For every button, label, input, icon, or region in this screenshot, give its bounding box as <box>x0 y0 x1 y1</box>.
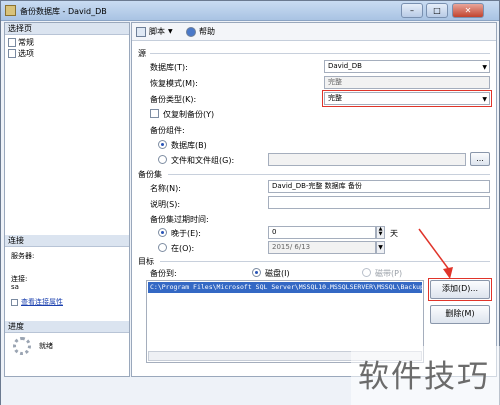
copy-only-checkbox[interactable] <box>150 109 159 118</box>
backup-type-label: 备份类型(K): <box>150 95 197 104</box>
progress-spinner-icon <box>13 337 31 355</box>
right-pane: 脚本 ▼ 帮助 源 数据库(T): David_DB ▼ 恢复模式(M): 完整… <box>131 22 497 377</box>
expire-label: 备份集过期时间: <box>150 215 209 224</box>
copy-only-label: 仅复制备份(Y) <box>163 110 215 119</box>
description-input[interactable] <box>268 196 490 209</box>
help-label: 帮助 <box>199 27 215 36</box>
database-select[interactable]: David_DB ▼ <box>324 60 490 73</box>
component-files-radio[interactable] <box>158 155 167 164</box>
backup-database-window: 备份数据库 - David_DB – □ ✕ 选择页 常规 选项 连接 服务器:… <box>0 0 500 405</box>
tape-radio[interactable] <box>362 268 371 277</box>
recovery-label: 恢复模式(M): <box>150 79 198 88</box>
disk-radio[interactable] <box>252 268 261 277</box>
maximize-button[interactable]: □ <box>426 3 448 18</box>
view-connection-properties[interactable]: 查看连接属性 <box>11 297 63 307</box>
tape-label: 磁带(P) <box>375 269 403 278</box>
divider <box>150 53 490 54</box>
backup-set-header: 备份集 <box>138 170 162 179</box>
days-stepper[interactable]: ▲ ▼ <box>376 226 385 239</box>
source-header: 源 <box>138 49 146 58</box>
expire-on-radio[interactable] <box>158 243 167 252</box>
description-label: 说明(S): <box>150 200 181 209</box>
script-button[interactable]: 脚本 ▼ <box>136 26 173 37</box>
progress-status: 就绪 <box>39 342 53 350</box>
page-options-label: 选项 <box>18 49 34 58</box>
connection-header: 连接 <box>5 235 129 247</box>
divider <box>168 174 490 175</box>
browse-button[interactable]: ... <box>470 152 490 166</box>
database-icon <box>5 5 16 16</box>
database-label: 数据库(T): <box>150 63 188 72</box>
expire-after-radio[interactable] <box>158 228 167 237</box>
destination-header: 目标 <box>138 257 154 266</box>
script-label: 脚本 <box>149 27 165 36</box>
highlight-box <box>428 278 492 301</box>
title-bar[interactable]: 备份数据库 - David_DB – □ ✕ <box>1 1 499 21</box>
days-unit: 天 <box>390 229 398 238</box>
page-icon <box>8 49 16 58</box>
watermark: 软件技巧 <box>358 359 490 395</box>
component-database-radio[interactable] <box>158 140 167 149</box>
disk-label: 磁盘(I) <box>265 269 290 278</box>
list-item[interactable]: C:\Program Files\Microsoft SQL Server\MS… <box>148 282 422 293</box>
help-icon <box>186 26 196 37</box>
calendar-dropdown[interactable]: ▼ <box>376 241 385 254</box>
component-label: 备份组件: <box>150 126 185 135</box>
recovery-mode-field: 完整 <box>324 76 490 89</box>
left-pane: 选择页 常规 选项 连接 服务器: 连接: sa 查看连接属性 进度 就绪 <box>4 22 130 377</box>
divider <box>160 261 490 262</box>
component-database-label: 数据库(B) <box>171 141 207 150</box>
expire-date-field: 2015/ 6/13 <box>268 241 376 254</box>
minimize-button[interactable]: – <box>401 3 423 18</box>
connection-value: sa <box>11 283 19 291</box>
database-value: David_DB <box>328 62 362 70</box>
close-button[interactable]: ✕ <box>452 3 484 18</box>
select-page-header: 选择页 <box>5 23 129 35</box>
highlight-box <box>322 90 492 107</box>
page-general[interactable]: 常规 <box>8 37 34 48</box>
component-files-label: 文件和文件组(G): <box>171 156 235 165</box>
progress-header: 进度 <box>5 321 129 333</box>
toolbar: 脚本 ▼ 帮助 <box>132 23 496 41</box>
properties-icon <box>11 298 18 306</box>
chevron-down-icon[interactable]: ▼ <box>168 28 173 35</box>
page-icon <box>8 38 16 47</box>
help-button[interactable]: 帮助 <box>186 26 215 37</box>
expire-on-label: 在(O): <box>171 244 195 253</box>
remove-destination-button[interactable]: 删除(M) <box>430 305 490 324</box>
expire-days-input[interactable]: 0 <box>268 226 376 239</box>
page-options[interactable]: 选项 <box>8 48 34 59</box>
view-connection-link[interactable]: 查看连接属性 <box>21 297 63 307</box>
backup-name-input[interactable]: David_DB-完整 数据库 备份 <box>268 180 490 193</box>
name-label: 名称(N): <box>150 184 181 193</box>
window-title: 备份数据库 - David_DB <box>20 7 107 16</box>
server-label: 服务器: <box>11 252 35 260</box>
files-field <box>268 153 466 166</box>
expire-after-label: 晚于(E): <box>171 229 201 238</box>
page-general-label: 常规 <box>18 38 34 47</box>
script-icon <box>136 26 146 37</box>
backup-to-label: 备份到: <box>150 269 177 278</box>
chevron-down-icon: ▼ <box>482 64 487 71</box>
